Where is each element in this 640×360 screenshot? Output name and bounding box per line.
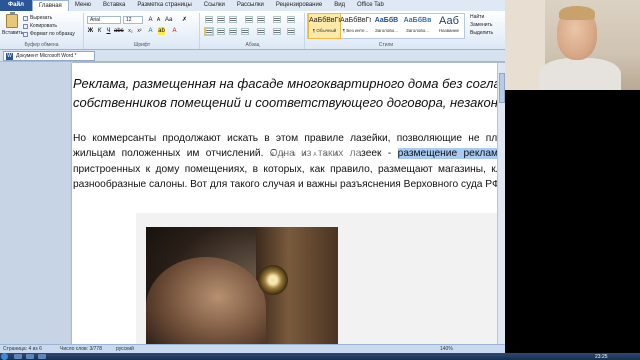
borders-icon[interactable]: [287, 28, 295, 35]
find-button[interactable]: Найти: [470, 14, 505, 20]
tab-view[interactable]: Вид: [328, 0, 351, 11]
person-body: [539, 58, 621, 90]
floating-mini-toolbar[interactable]: Ж К Ч A A ✎ A: [270, 150, 360, 161]
vertical-scrollbar[interactable]: [497, 63, 505, 350]
face-shape: [146, 257, 266, 350]
multilevel-list-icon[interactable]: [229, 16, 237, 23]
clipboard-group: Вставить Вырезать Копировать Формат по о…: [0, 12, 84, 49]
increase-indent-icon[interactable]: [257, 16, 265, 23]
taskbar-app-icon[interactable]: [26, 354, 34, 359]
font-group-label: Шрифт: [133, 42, 151, 48]
article-headline[interactable]: Реклама, размещенная на фасаде многоквар…: [73, 74, 505, 112]
format-painter-button[interactable]: Формат по образцу: [23, 31, 75, 37]
article-paragraph[interactable]: Но коммерсанты продолжают искать в этом …: [73, 131, 505, 193]
paste-button[interactable]: Вставить: [2, 12, 24, 40]
case-icon[interactable]: Aa: [165, 16, 172, 24]
style-title[interactable]: Ааб Название: [433, 14, 465, 38]
brush-icon: [23, 31, 28, 37]
paragraph-text-end: пристроенных к дому помещениях, в которы…: [73, 163, 505, 191]
superscript-button[interactable]: x²: [136, 27, 143, 35]
align-right-icon[interactable]: [229, 28, 237, 35]
article-photo[interactable]: [146, 227, 338, 350]
clock[interactable]: 23:25: [595, 354, 608, 360]
zoom-level[interactable]: 140%: [440, 345, 453, 353]
document-tab[interactable]: Документ Microsoft Word *: [3, 51, 95, 61]
paragraph-group: Абзац: [201, 13, 305, 49]
start-button[interactable]: [1, 353, 8, 360]
copy-label: Копировать: [30, 23, 57, 29]
style-heading-1[interactable]: АаБбВ Заголово...: [371, 14, 402, 38]
tab-review[interactable]: Рецензирование: [270, 0, 328, 11]
highlight-icon[interactable]: ab: [158, 27, 165, 35]
decrease-indent-icon[interactable]: [245, 16, 253, 23]
subscript-button[interactable]: x₂: [127, 27, 134, 35]
bold-button[interactable]: Ж: [87, 27, 94, 35]
align-left-icon[interactable]: [204, 27, 214, 36]
replace-button[interactable]: Заменить: [470, 22, 505, 28]
status-bar: Страница: 4 из 6 Число слов: 3/778 русск…: [0, 344, 505, 353]
page-count[interactable]: Страница: 4 из 6: [3, 345, 42, 353]
grow-font-icon[interactable]: A: [147, 16, 154, 24]
copy-icon: [23, 23, 28, 29]
tab-file[interactable]: Файл: [0, 0, 32, 11]
taskbar-app-icon[interactable]: [14, 354, 22, 359]
word-count[interactable]: Число слов: 3/778: [60, 345, 102, 353]
tab-page-layout[interactable]: Разметка страницы: [131, 0, 197, 11]
selected-text[interactable]: размещение рекламы на: [397, 148, 505, 160]
show-marks-icon[interactable]: [287, 16, 295, 23]
bullets-icon[interactable]: [205, 16, 213, 23]
clipboard-icon: [6, 12, 18, 28]
shrink-font-icon[interactable]: A: [155, 16, 162, 24]
text-effects-icon[interactable]: A: [147, 27, 154, 35]
sort-icon[interactable]: [273, 16, 281, 23]
numbering-icon[interactable]: [217, 16, 225, 23]
ribbon: Вставить Вырезать Копировать Формат по о…: [0, 11, 505, 50]
font-color-icon[interactable]: A: [171, 27, 178, 35]
italic-button[interactable]: К: [96, 27, 103, 35]
peephole-shape: [258, 265, 288, 295]
cut-label: Вырезать: [30, 15, 53, 21]
styles-gallery: АаБбВвГг, ¶ Обычный АаБбВвГг, ¶ Без инте…: [307, 13, 465, 39]
language-indicator[interactable]: русский: [116, 345, 134, 353]
tab-home[interactable]: Главная: [31, 0, 69, 11]
scissors-icon: [23, 15, 28, 21]
tab-office-tab[interactable]: Office Tab: [351, 0, 390, 11]
taskbar: [0, 353, 640, 360]
document-tabs: Документ Microsoft Word *: [0, 50, 505, 62]
cut-button[interactable]: Вырезать: [23, 15, 52, 21]
tab-mailings[interactable]: Рассылки: [231, 0, 270, 11]
align-center-icon[interactable]: [217, 28, 225, 35]
tab-insert[interactable]: Вставка: [97, 0, 131, 11]
font-group: Arial 12 A A Aa ✗ Ж К Ч abc x₂ x² A ab A…: [85, 13, 200, 49]
word-window: Файл Главная Меню Вставка Разметка стран…: [0, 0, 505, 360]
format-painter-label: Формат по образцу: [30, 31, 75, 37]
line-spacing-icon[interactable]: [257, 28, 265, 35]
taskbar-app-icon[interactable]: [38, 354, 46, 359]
style-normal[interactable]: АаБбВвГг, ¶ Обычный: [308, 13, 341, 39]
webcam-overlay: [505, 0, 640, 90]
justify-icon[interactable]: [241, 28, 249, 35]
underline-button[interactable]: Ч: [105, 27, 112, 35]
copy-button[interactable]: Копировать: [23, 23, 57, 29]
style-heading-2[interactable]: АаБбВв Заголово...: [402, 14, 433, 38]
shading-icon[interactable]: [273, 28, 281, 35]
style-no-spacing[interactable]: АаБбВвГг, ¶ Без инте...: [340, 14, 371, 38]
black-area: [505, 90, 640, 353]
font-name-select[interactable]: Arial: [87, 16, 121, 24]
ribbon-tabs: Файл Главная Меню Вставка Разметка стран…: [0, 0, 505, 11]
paste-label: Вставить: [2, 30, 24, 36]
select-button[interactable]: Выделить: [470, 30, 505, 36]
person-hair: [559, 6, 595, 20]
tab-references[interactable]: Ссылки: [198, 0, 231, 11]
tab-menu[interactable]: Меню: [69, 0, 97, 11]
font-size-select[interactable]: 12: [123, 16, 143, 24]
strikethrough-button[interactable]: abc: [114, 27, 124, 35]
paragraph-group-label: Абзац: [245, 42, 260, 48]
styles-group-label: Стили: [378, 42, 394, 48]
clear-format-icon[interactable]: ✗: [181, 16, 188, 24]
clipboard-group-label: Буфер обмена: [24, 42, 59, 48]
